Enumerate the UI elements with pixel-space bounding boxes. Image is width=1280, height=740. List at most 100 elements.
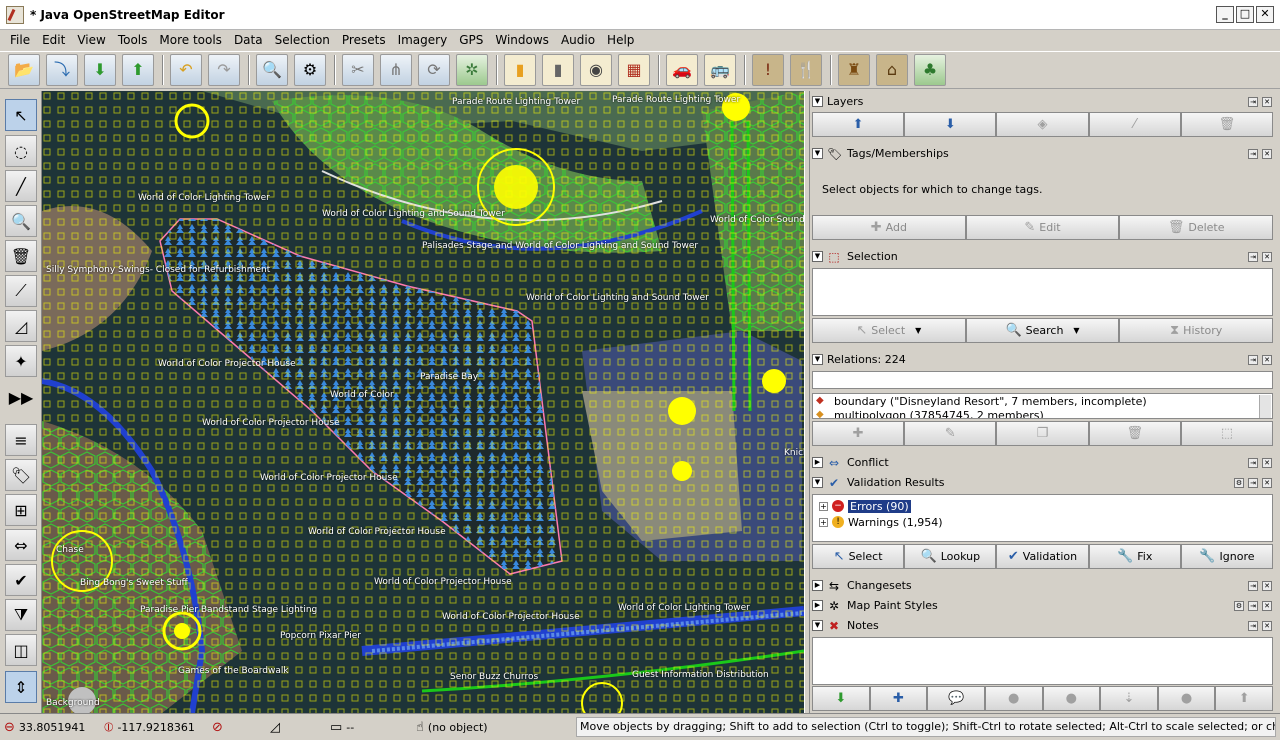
- preferences-icon[interactable]: ⚙: [294, 54, 326, 86]
- menu-edit[interactable]: Edit: [36, 33, 71, 47]
- expand-toggle[interactable]: ▶: [812, 457, 823, 468]
- edit-relation-button[interactable]: ✎: [904, 421, 997, 446]
- maximize-button[interactable]: □: [1236, 6, 1254, 23]
- detach-icon[interactable]: ⇥: [1248, 620, 1258, 631]
- move-up-button[interactable]: ⬆: [812, 112, 905, 137]
- detach-icon[interactable]: ⇥: [1248, 148, 1258, 159]
- draw-icon[interactable]: ╱: [5, 170, 37, 202]
- selection-panel-header[interactable]: ▼ ⬚ Selection ⇥ ✕: [812, 247, 1276, 266]
- parallel-icon[interactable]: ⟋: [5, 275, 37, 307]
- menu-imagery[interactable]: Imagery: [392, 33, 454, 47]
- relations-scrollbar[interactable]: [1259, 395, 1271, 418]
- minimize-button[interactable]: _: [1216, 6, 1234, 23]
- undo-icon[interactable]: ↶: [170, 54, 202, 86]
- traffic-signal-icon[interactable]: ◉: [580, 54, 612, 86]
- map-view[interactable]: Parade Route Lighting Tower Parade Route…: [42, 91, 804, 713]
- close-button[interactable]: ✕: [1256, 6, 1274, 23]
- ignore-button[interactable]: 🔧 Ignore: [1180, 544, 1274, 569]
- improve-way-icon[interactable]: ✦: [5, 345, 37, 377]
- tree-icon[interactable]: ♣: [914, 54, 946, 86]
- comment-note-button[interactable]: 💬: [927, 686, 985, 711]
- close-icon[interactable]: ✕: [1262, 620, 1272, 631]
- more-arrow-icon[interactable]: ▶▶: [5, 381, 37, 413]
- close-icon[interactable]: ✕: [1262, 457, 1272, 468]
- conflict-toggle-icon[interactable]: ⇔: [5, 529, 37, 561]
- minimap-toggle-icon[interactable]: ◫: [5, 634, 37, 666]
- tags-panel-header[interactable]: ▼ 🏷 Tags/Memberships ⇥ ✕: [812, 144, 1276, 163]
- relations-filter-input[interactable]: [812, 371, 1273, 389]
- download-notes-button[interactable]: ⬇: [812, 686, 870, 711]
- layers-toggle-icon[interactable]: ≡: [5, 424, 37, 456]
- close-icon[interactable]: ✕: [1262, 477, 1272, 488]
- changesets-panel-header[interactable]: ▶ ⇆ Changesets ⇥ ✕: [812, 576, 1276, 595]
- selection-list[interactable]: [812, 268, 1273, 316]
- menu-help[interactable]: Help: [601, 33, 640, 47]
- search-button[interactable]: 🔍 Search ▼: [965, 318, 1120, 343]
- expand-toggle[interactable]: ▶: [812, 580, 823, 591]
- select-members-button[interactable]: ⬚: [1180, 421, 1274, 446]
- delete-tag-button[interactable]: 🗑 Delete: [1119, 215, 1274, 240]
- castle-icon[interactable]: ♜: [838, 54, 870, 86]
- layers-panel-header[interactable]: ▼ Layers ⇥ ✕: [812, 92, 1276, 111]
- expand-icon[interactable]: +: [819, 517, 828, 527]
- alert-icon[interactable]: !: [752, 54, 784, 86]
- upload-notes-button[interactable]: ●: [1157, 686, 1216, 711]
- new-note-button[interactable]: ✚: [869, 686, 928, 711]
- road-icon[interactable]: ▮: [542, 54, 574, 86]
- close-icon[interactable]: ✕: [1262, 96, 1272, 107]
- filter-toggle-icon[interactable]: ⧩: [5, 599, 37, 631]
- notes-list[interactable]: [812, 637, 1273, 685]
- edit-tag-button[interactable]: ✎ Edit: [965, 215, 1120, 240]
- add-tag-button[interactable]: ✚ Add: [812, 215, 966, 240]
- upload-icon[interactable]: ⬆: [122, 54, 154, 86]
- detach-icon[interactable]: ⇥: [1248, 251, 1258, 262]
- zoom-icon[interactable]: 🔍: [5, 205, 37, 237]
- delete-layer-button[interactable]: 🗑: [1180, 112, 1274, 137]
- menu-file[interactable]: File: [4, 33, 36, 47]
- menu-windows[interactable]: Windows: [489, 33, 555, 47]
- validation-select-button[interactable]: ↖ Select: [812, 544, 905, 569]
- open-file-icon[interactable]: 📂: [8, 54, 40, 86]
- delete-icon[interactable]: 🗑: [5, 240, 37, 272]
- map-canvas[interactable]: [42, 91, 804, 713]
- collapse-toggle[interactable]: ▼: [812, 148, 823, 159]
- list-item[interactable]: ◆ multipolygon (37854745, 2 members): [813, 408, 1272, 419]
- validator-toggle-icon[interactable]: ✔: [5, 564, 37, 596]
- menu-presets[interactable]: Presets: [336, 33, 392, 47]
- move-down-button[interactable]: ⬇: [904, 112, 997, 137]
- history-button[interactable]: ⧗ History: [1119, 318, 1274, 343]
- download-icon[interactable]: ⬇: [84, 54, 116, 86]
- relations-panel-header[interactable]: ▼ Relations: 224 ⇥ ✕: [812, 350, 1276, 369]
- measure-icon[interactable]: ◿: [5, 310, 37, 342]
- close-note-button[interactable]: ●: [984, 686, 1043, 711]
- bus-icon[interactable]: 🚌: [704, 54, 736, 86]
- new-relation-button[interactable]: ✚: [812, 421, 905, 446]
- close-icon[interactable]: ✕: [1262, 354, 1272, 365]
- redo-icon[interactable]: ↷: [208, 54, 240, 86]
- merge-layer-button[interactable]: ◈: [996, 112, 1089, 137]
- select-mode-icon[interactable]: ↖: [5, 99, 37, 131]
- refresh-icon[interactable]: ⟳: [418, 54, 450, 86]
- dropdown-arrow-icon[interactable]: ▼: [915, 326, 921, 335]
- duplicate-relation-button[interactable]: ❐: [996, 421, 1089, 446]
- detach-icon[interactable]: ⇥: [1248, 457, 1258, 468]
- tree-item-warnings[interactable]: +! Warnings (1,954): [813, 514, 1272, 530]
- menu-gps[interactable]: GPS: [453, 33, 489, 47]
- collapse-toggle[interactable]: ▼: [812, 620, 823, 631]
- note-share-button[interactable]: ⬆: [1215, 686, 1273, 711]
- menu-more-tools[interactable]: More tools: [153, 33, 228, 47]
- lasso-icon[interactable]: ◌: [5, 135, 37, 167]
- lookup-button[interactable]: 🔍 Lookup: [904, 544, 997, 569]
- simplify-icon[interactable]: ✲: [456, 54, 488, 86]
- collapse-toggle[interactable]: ▼: [812, 354, 823, 365]
- menu-data[interactable]: Data: [228, 33, 269, 47]
- reopen-note-button[interactable]: ●: [1042, 686, 1101, 711]
- factory-icon[interactable]: ⌂: [876, 54, 908, 86]
- wall-icon[interactable]: ▦: [618, 54, 650, 86]
- restaurant-icon[interactable]: 🍴: [790, 54, 822, 86]
- detach-icon[interactable]: ⇥: [1248, 600, 1258, 611]
- detach-icon[interactable]: ⇥: [1248, 96, 1258, 107]
- layer-visibility-button[interactable]: ⁄: [1088, 112, 1181, 137]
- expand-icon[interactable]: +: [819, 501, 828, 511]
- fullscreen-icon[interactable]: ⇕: [5, 671, 37, 703]
